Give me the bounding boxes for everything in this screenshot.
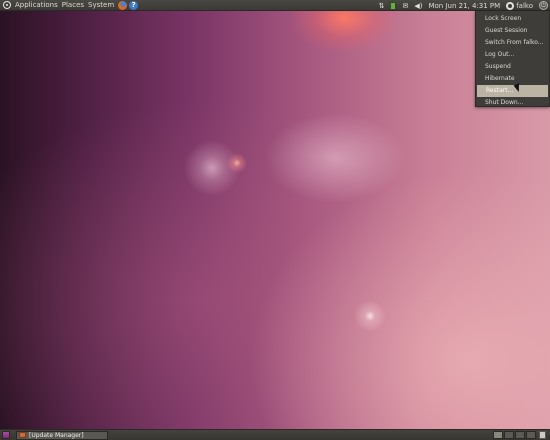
menu-item-lock-screen[interactable]: Lock Screen [476, 13, 549, 25]
top-panel: Applications Places System ? ⇅ ✉ ◀) Mon … [0, 0, 550, 11]
menu-item-hibernate[interactable]: Hibernate [476, 73, 549, 85]
system-tray: ⇅ ✉ ◀) Mon Jun 21, 4:31 PM falko ⏻ [379, 0, 550, 11]
session-menu: Lock Screen Guest Session Switch From fa… [475, 11, 550, 107]
workspace-4[interactable] [526, 431, 536, 439]
battery-icon[interactable] [390, 1, 397, 10]
clock[interactable]: Mon Jun 21, 4:31 PM [428, 2, 500, 10]
user-name[interactable]: falko [516, 2, 533, 10]
bottom-panel: [Update Manager] [0, 429, 550, 440]
workspace-3[interactable] [515, 431, 525, 439]
network-icon[interactable]: ⇅ [379, 2, 385, 10]
update-manager-icon [19, 432, 26, 438]
workspace-switcher [492, 431, 546, 439]
trash-icon[interactable] [539, 431, 546, 439]
desktop-wallpaper [0, 0, 550, 440]
menu-item-guest-session[interactable]: Guest Session [476, 25, 549, 37]
volume-icon[interactable]: ◀) [414, 2, 422, 10]
taskbar-update-manager[interactable]: [Update Manager] [16, 430, 108, 440]
ubuntu-logo-icon[interactable] [3, 1, 11, 9]
mail-icon[interactable]: ✉ [402, 2, 408, 10]
menu-applications[interactable]: Applications [15, 1, 58, 9]
user-icon[interactable] [506, 1, 515, 10]
workspace-1[interactable] [493, 431, 503, 439]
menu-item-switch-user[interactable]: Switch From falko... [476, 37, 549, 49]
menu-item-log-out[interactable]: Log Out... [476, 49, 549, 61]
show-desktop-icon[interactable] [2, 431, 10, 439]
menu-item-shut-down[interactable]: Shut Down... [476, 97, 549, 109]
menu-item-restart[interactable]: Restart... [477, 85, 548, 97]
help-icon[interactable]: ? [129, 0, 139, 10]
menu-system[interactable]: System [88, 1, 114, 9]
firefox-icon[interactable] [118, 0, 128, 10]
taskbar-label: [Update Manager] [29, 431, 84, 439]
workspace-2[interactable] [504, 431, 514, 439]
menu-places[interactable]: Places [62, 1, 84, 9]
menu-item-suspend[interactable]: Suspend [476, 61, 549, 73]
session-icon[interactable]: ⏻ [539, 1, 548, 10]
